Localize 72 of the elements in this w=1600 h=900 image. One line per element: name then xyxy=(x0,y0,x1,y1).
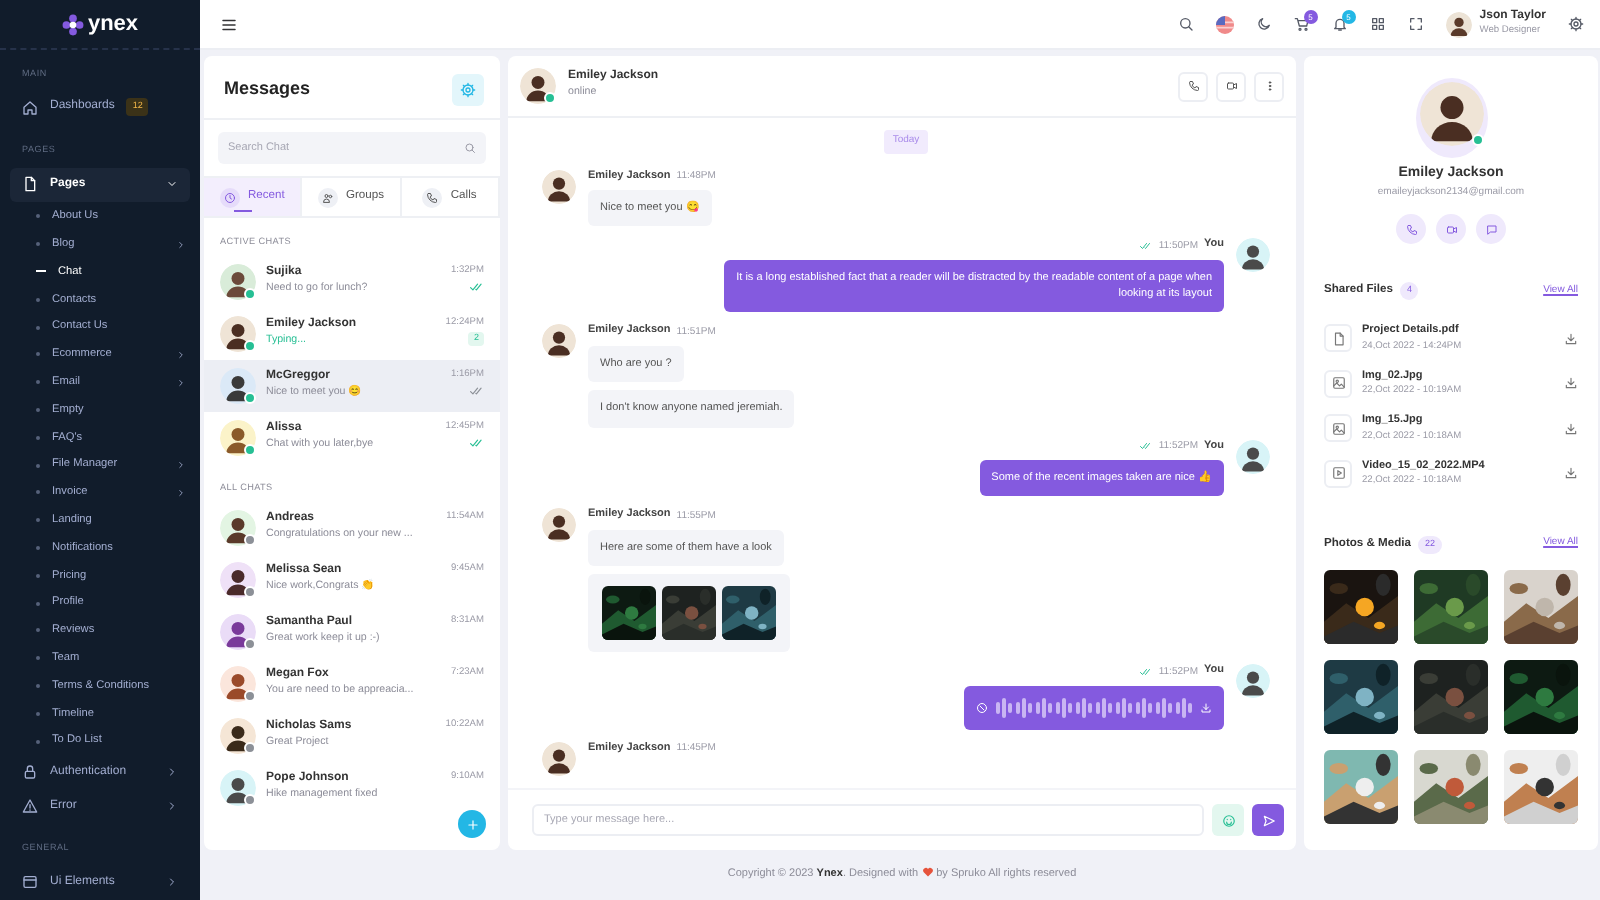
warning-icon xyxy=(22,798,38,815)
image-icon xyxy=(1331,421,1345,435)
send-button[interactable] xyxy=(1252,804,1284,836)
download-icon[interactable] xyxy=(1564,466,1578,480)
phone-icon xyxy=(426,191,439,203)
plus-icon xyxy=(465,817,479,831)
avatar xyxy=(542,169,576,203)
call-button[interactable] xyxy=(1396,214,1426,244)
clock-icon xyxy=(223,191,236,203)
avatar xyxy=(220,769,256,806)
avatar xyxy=(1236,238,1270,273)
stop-icon xyxy=(976,701,988,714)
add-button[interactable] xyxy=(458,810,486,838)
call-button[interactable] xyxy=(1178,71,1208,101)
avatar xyxy=(542,508,576,543)
more-icon xyxy=(1263,80,1275,92)
heart-icon xyxy=(921,866,934,879)
chat-icon xyxy=(1485,223,1497,235)
bell-icon[interactable] xyxy=(1331,16,1348,32)
lock-icon xyxy=(22,764,38,781)
avatar xyxy=(220,509,256,546)
file-icon xyxy=(22,176,38,192)
logo-icon xyxy=(61,13,84,35)
avatar xyxy=(1419,82,1483,146)
download-icon[interactable] xyxy=(1564,376,1578,390)
download-icon[interactable] xyxy=(1564,421,1578,435)
avatar xyxy=(1236,664,1270,699)
smile-icon xyxy=(1221,813,1235,827)
settings-icon xyxy=(460,82,476,98)
voice-message[interactable] xyxy=(964,685,1224,730)
avatar xyxy=(220,561,256,598)
double-check-icon xyxy=(1140,439,1153,452)
video-icon xyxy=(1445,223,1457,235)
search-icon xyxy=(464,142,476,154)
document-icon xyxy=(1331,331,1345,345)
menu-icon[interactable] xyxy=(220,15,238,33)
avatar xyxy=(220,665,256,702)
panel-title: Messages xyxy=(224,76,311,103)
fullscreen-icon[interactable] xyxy=(1407,16,1424,32)
search-icon[interactable] xyxy=(1177,16,1194,32)
avatar xyxy=(1236,439,1270,474)
avatar xyxy=(520,68,556,104)
image-icon xyxy=(1331,376,1345,390)
video-call-button[interactable] xyxy=(1216,71,1246,101)
avatar xyxy=(542,324,576,359)
video-call-button[interactable] xyxy=(1436,214,1466,244)
download-icon[interactable] xyxy=(1564,331,1578,345)
video-icon xyxy=(1225,80,1237,92)
avatar xyxy=(1445,11,1472,37)
avatar xyxy=(220,263,256,300)
double-check-icon xyxy=(1140,239,1153,252)
home-icon xyxy=(22,99,38,116)
cart-icon[interactable] xyxy=(1293,16,1310,32)
group-icon xyxy=(321,191,334,203)
video-file-icon xyxy=(1331,466,1345,480)
logo-text: ynex xyxy=(87,13,139,35)
phone-icon xyxy=(1187,80,1199,92)
apps-icon[interactable] xyxy=(1369,16,1386,32)
phone-icon xyxy=(1405,223,1417,235)
download-icon xyxy=(1200,701,1212,714)
avatar xyxy=(220,315,256,352)
box-icon xyxy=(22,874,38,891)
avatar xyxy=(220,613,256,650)
avatar xyxy=(220,419,256,456)
avatar xyxy=(542,741,576,776)
flag-icon[interactable] xyxy=(1215,15,1234,33)
settings-icon[interactable] xyxy=(1568,16,1584,32)
avatar xyxy=(220,367,256,404)
moon-icon[interactable] xyxy=(1255,16,1272,32)
avatar xyxy=(220,717,256,754)
double-check-icon xyxy=(1140,665,1153,678)
send-icon xyxy=(1261,813,1275,827)
